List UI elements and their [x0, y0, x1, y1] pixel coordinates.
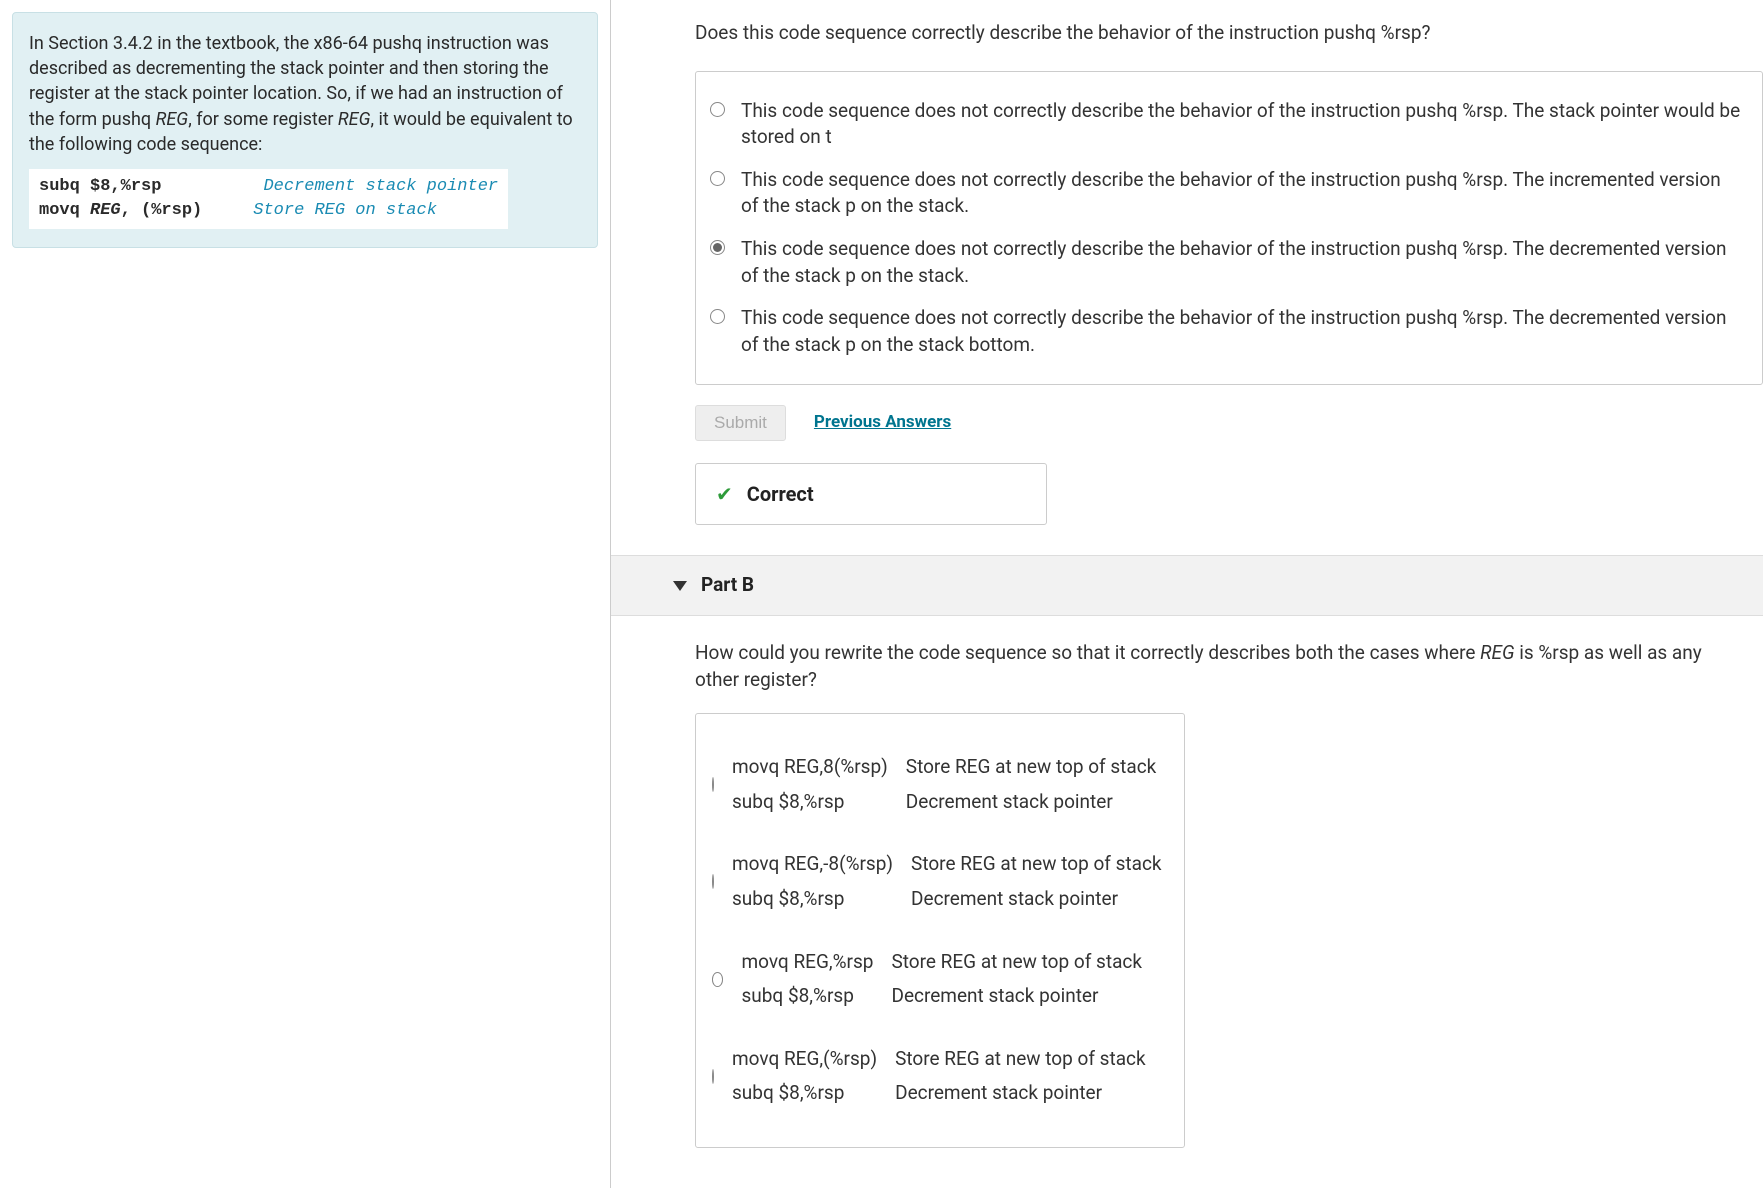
part-a-option-0[interactable]: This code sequence does not correctly de…: [710, 90, 1742, 159]
part-a-option-1[interactable]: This code sequence does not correctly de…: [710, 159, 1742, 228]
radio-icon[interactable]: [712, 972, 723, 987]
feedback-box: ✔ Correct: [695, 463, 1047, 525]
feedback-text: Correct: [747, 480, 814, 508]
option-text: This code sequence does not correctly de…: [741, 236, 1742, 289]
option-body: movq REG,-8(%rsp)Store REG at new top of…: [732, 847, 1180, 916]
right-panel: Does this code sequence correctly descri…: [611, 0, 1763, 1188]
option-text: This code sequence does not correctly de…: [741, 167, 1742, 220]
caret-down-icon: [673, 581, 687, 591]
part-a-prompt: Does this code sequence correctly descri…: [695, 20, 1763, 47]
code-instr-1: subq $8,%rsp: [39, 177, 161, 196]
info-box: In Section 3.4.2 in the textbook, the x8…: [12, 12, 598, 248]
part-b-option-3[interactable]: movq REG,(%rsp)Store REG at new top of s…: [712, 1028, 1160, 1125]
intro-text: In Section 3.4.2 in the textbook, the x8…: [29, 31, 581, 157]
code-comment-1: Decrement stack pointer: [263, 177, 498, 196]
part-a-block: Does this code sequence correctly descri…: [611, 0, 1763, 525]
part-a-options: This code sequence does not correctly de…: [695, 71, 1763, 386]
part-a-option-3[interactable]: This code sequence does not correctly de…: [710, 297, 1742, 366]
code-block: subq $8,%rsp Decrement stack pointer mov…: [29, 169, 508, 229]
radio-icon[interactable]: [710, 309, 725, 324]
part-b-header[interactable]: Part B: [611, 555, 1763, 616]
part-b-option-0[interactable]: movq REG,8(%rsp)Store REG at new top of …: [712, 736, 1160, 833]
option-body: movq REG,8(%rsp)Store REG at new top of …: [732, 750, 1174, 819]
option-text: This code sequence does not correctly de…: [741, 305, 1742, 358]
left-panel: In Section 3.4.2 in the textbook, the x8…: [0, 0, 610, 1188]
option-body: movq REG,%rspStore REG at new top of sta…: [741, 945, 1160, 1014]
part-b-option-1[interactable]: movq REG,-8(%rsp)Store REG at new top of…: [712, 833, 1160, 930]
radio-icon[interactable]: [712, 874, 714, 889]
submit-button[interactable]: Submit: [695, 405, 786, 441]
option-body: movq REG,(%rsp)Store REG at new top of s…: [732, 1042, 1164, 1111]
radio-icon[interactable]: [710, 240, 725, 255]
part-b-option-2[interactable]: movq REG,%rspStore REG at new top of sta…: [712, 931, 1160, 1028]
code-comment-2: Store REG on stack: [253, 201, 437, 220]
part-b-options: movq REG,8(%rsp)Store REG at new top of …: [695, 713, 1185, 1148]
radio-icon[interactable]: [712, 777, 714, 792]
part-b-title: Part B: [701, 572, 754, 599]
radio-icon[interactable]: [710, 102, 725, 117]
part-b-prompt: How could you rewrite the code sequence …: [611, 616, 1763, 693]
part-a-option-2[interactable]: This code sequence does not correctly de…: [710, 228, 1742, 297]
check-icon: ✔: [716, 480, 733, 508]
radio-icon[interactable]: [712, 1069, 714, 1084]
previous-answers-link[interactable]: Previous Answers: [814, 411, 951, 435]
radio-icon[interactable]: [710, 171, 725, 186]
action-row: Submit Previous Answers: [695, 405, 1763, 441]
option-text: This code sequence does not correctly de…: [741, 98, 1742, 151]
